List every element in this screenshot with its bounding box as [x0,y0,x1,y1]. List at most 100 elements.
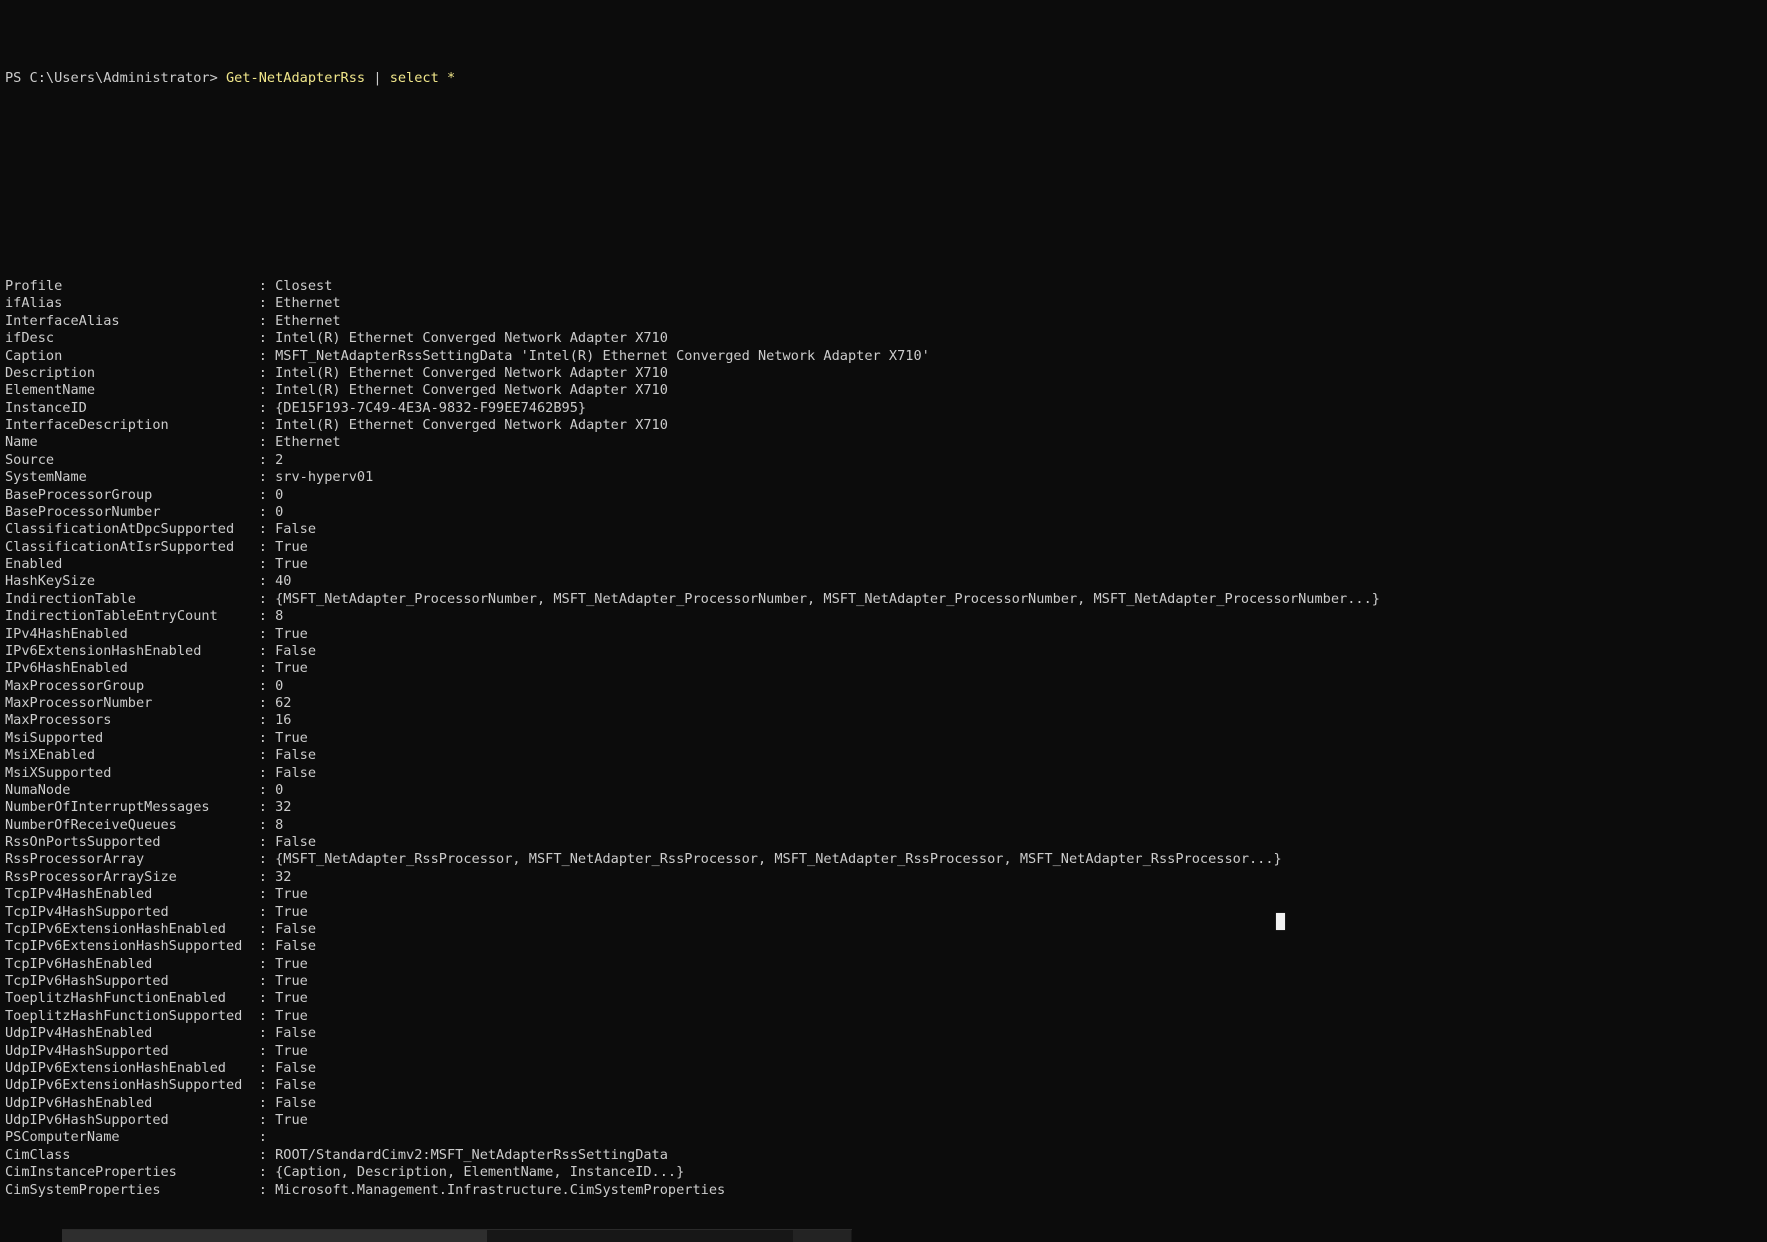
property-name: CimClass [5,1146,259,1163]
property-name: SystemName [5,469,259,486]
prompt-line: PS C:\Users\Administrator> Get-NetAdapte… [5,70,1380,87]
property-separator: : [258,451,267,468]
property-separator: : [258,608,267,625]
property-name: MaxProcessorGroup [5,677,259,694]
property-row: IPv6HashEnabled : True [5,660,1380,677]
property-value: False [266,1025,317,1042]
property-name: ifAlias [5,295,259,312]
property-name: PSComputerName [5,1129,259,1146]
property-row: UdpIPv6ExtensionHashSupported : False [5,1077,1380,1094]
property-value: 32 [266,868,292,885]
property-row: Source : 2 [5,452,1380,469]
property-name: HashKeySize [5,573,259,590]
property-value: True [266,556,308,572]
property-row: TcpIPv6HashSupported : True [5,973,1380,990]
property-separator: : [258,938,267,955]
property-row: RssProcessorArray : {MSFT_NetAdapter_Rss… [5,851,1380,868]
property-row: NumberOfReceiveQueues : 8 [5,817,1380,834]
property-separator: : [258,955,267,972]
property-name: RssProcessorArraySize [5,868,259,885]
property-value: MSFT_NetAdapterRssSettingData 'Intel(R) … [266,347,930,364]
property-row: CimSystemProperties : Microsoft.Manageme… [5,1182,1380,1199]
property-row: MaxProcessors : 16 [5,712,1380,729]
property-name: Profile [5,278,259,294]
property-row: CimClass : ROOT/StandardCimv2:MSFT_NetAd… [5,1147,1380,1164]
property-name: Enabled [5,556,259,572]
property-row: RssOnPortsSupported : False [5,834,1380,851]
property-value: True [266,625,308,642]
property-separator: : [258,434,267,451]
property-name: IPv6ExtensionHashEnabled [5,642,259,659]
property-separator: : [258,1146,267,1163]
property-row: ifDesc : Intel(R) Ethernet Converged Net… [5,330,1380,347]
property-row: IndirectionTableEntryCount : 8 [5,608,1380,625]
property-row: ToeplitzHashFunctionEnabled : True [5,990,1380,1007]
property-separator: : [258,1129,267,1146]
property-name: Source [5,451,259,468]
property-name: MsiXEnabled [5,747,259,764]
property-row: IPv6ExtensionHashEnabled : False [5,643,1380,660]
property-name: Description [5,364,259,381]
property-name: TcpIPv4HashSupported [5,903,259,920]
property-name: BaseProcessorGroup [5,486,259,503]
property-name: IndirectionTableEntryCount [5,608,259,625]
property-name: IndirectionTable [5,590,259,607]
property-row: Enabled : True [5,556,1380,573]
property-name: TcpIPv6HashSupported [5,973,259,989]
property-name: Caption [5,347,259,364]
property-name: UdpIPv6HashSupported [5,1112,259,1128]
property-name: IPv4HashEnabled [5,625,259,642]
property-separator: : [258,903,267,920]
property-separator: : [258,417,267,433]
scrollbar-button[interactable] [793,1230,851,1242]
prompt-pipe: | [373,69,382,86]
property-value: True [266,903,308,920]
property-separator: : [258,295,267,312]
property-separator: : [258,382,267,399]
property-value: 8 [266,816,284,833]
property-row: BaseProcessorNumber : 0 [5,504,1380,521]
property-value: 0 [266,677,284,694]
property-value: 16 [266,712,292,729]
property-row: TcpIPv4HashSupported : True [5,904,1380,921]
property-value: Ethernet [266,312,341,329]
property-separator: : [258,781,267,798]
property-separator: : [258,503,267,520]
property-row: InstanceID : {DE15F193-7C49-4E3A-9832-F9… [5,400,1380,417]
property-separator: : [258,625,267,642]
property-name: TcpIPv6ExtensionHashSupported [5,938,259,955]
property-row: NumberOfInterruptMessages : 32 [5,799,1380,816]
property-separator: : [258,521,267,538]
property-name: Name [5,434,259,451]
property-name: UdpIPv4HashEnabled [5,1025,259,1042]
property-row: TcpIPv6HashEnabled : True [5,956,1380,973]
property-name: ToeplitzHashFunctionSupported [5,1007,259,1024]
property-name: MaxProcessorNumber [5,695,259,711]
property-value: False [266,764,317,781]
property-value: 0 [266,781,284,798]
property-separator: : [258,399,267,416]
property-value: Intel(R) Ethernet Converged Network Adap… [266,417,668,433]
property-row: ClassificationAtDpcSupported : False [5,521,1380,538]
property-name: MsiSupported [5,729,259,746]
property-value: False [266,642,317,659]
prompt-argument: select * [389,69,456,86]
property-separator: : [258,764,267,781]
powershell-console[interactable]: PS C:\Users\Administrator> Get-NetAdapte… [0,0,1767,1242]
property-row: MsiXSupported : False [5,765,1380,782]
property-separator: : [258,1077,267,1094]
property-name: CimInstanceProperties [5,1164,259,1181]
property-separator: : [258,660,267,677]
property-value: Closest [266,278,333,294]
property-name: IPv6HashEnabled [5,660,259,677]
property-value: True [266,990,308,1007]
property-row: TcpIPv4HashEnabled : True [5,886,1380,903]
property-value: Microsoft.Management.Infrastructure.CimS… [266,1181,726,1198]
property-name: ClassificationAtDpcSupported [5,521,259,538]
property-value: Ethernet [266,295,341,312]
property-value: True [266,1042,308,1059]
horizontal-scrollbar-thumb[interactable] [62,1230,487,1242]
property-name: TcpIPv6HashEnabled [5,955,259,972]
property-value: False [266,938,317,955]
